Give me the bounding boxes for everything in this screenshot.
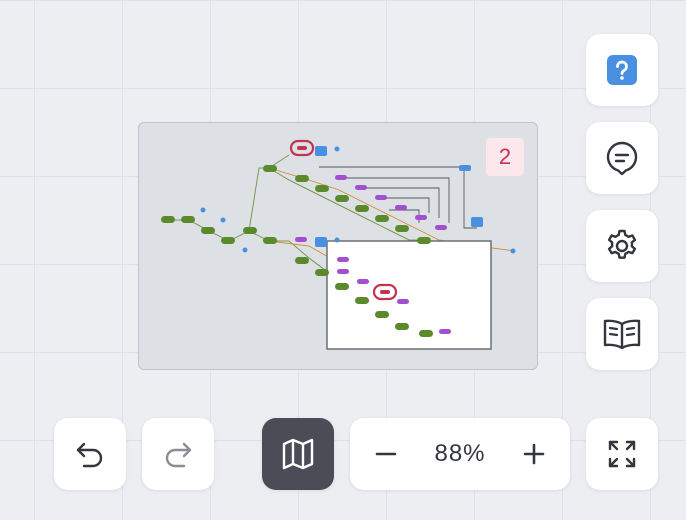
redo-icon xyxy=(165,442,192,468)
book-icon xyxy=(603,319,641,350)
undo-icon xyxy=(76,442,103,468)
fullscreen-button[interactable] xyxy=(586,418,658,490)
help-button[interactable] xyxy=(586,34,658,106)
minimap-toggle-button[interactable] xyxy=(262,418,334,490)
undo-button[interactable] xyxy=(54,418,126,490)
comment-button[interactable] xyxy=(586,122,658,194)
zoom-in-button[interactable] xyxy=(512,432,556,476)
gear-icon xyxy=(607,229,637,259)
minus-icon xyxy=(375,452,397,456)
redo-button[interactable] xyxy=(142,418,214,490)
docs-button[interactable] xyxy=(586,298,658,370)
minimap-badge: 2 xyxy=(486,138,524,176)
minimap-graph xyxy=(161,139,516,350)
zoom-level: 88% xyxy=(434,440,486,467)
map-icon xyxy=(282,438,314,470)
plus-icon xyxy=(523,443,545,465)
comment-icon xyxy=(606,141,638,176)
zoom-out-button[interactable] xyxy=(364,432,408,476)
minimap[interactable] xyxy=(138,122,538,370)
fullscreen-icon xyxy=(608,440,636,468)
help-icon xyxy=(607,55,637,85)
settings-button[interactable] xyxy=(586,210,658,282)
zoom-control: 88% xyxy=(350,418,570,490)
